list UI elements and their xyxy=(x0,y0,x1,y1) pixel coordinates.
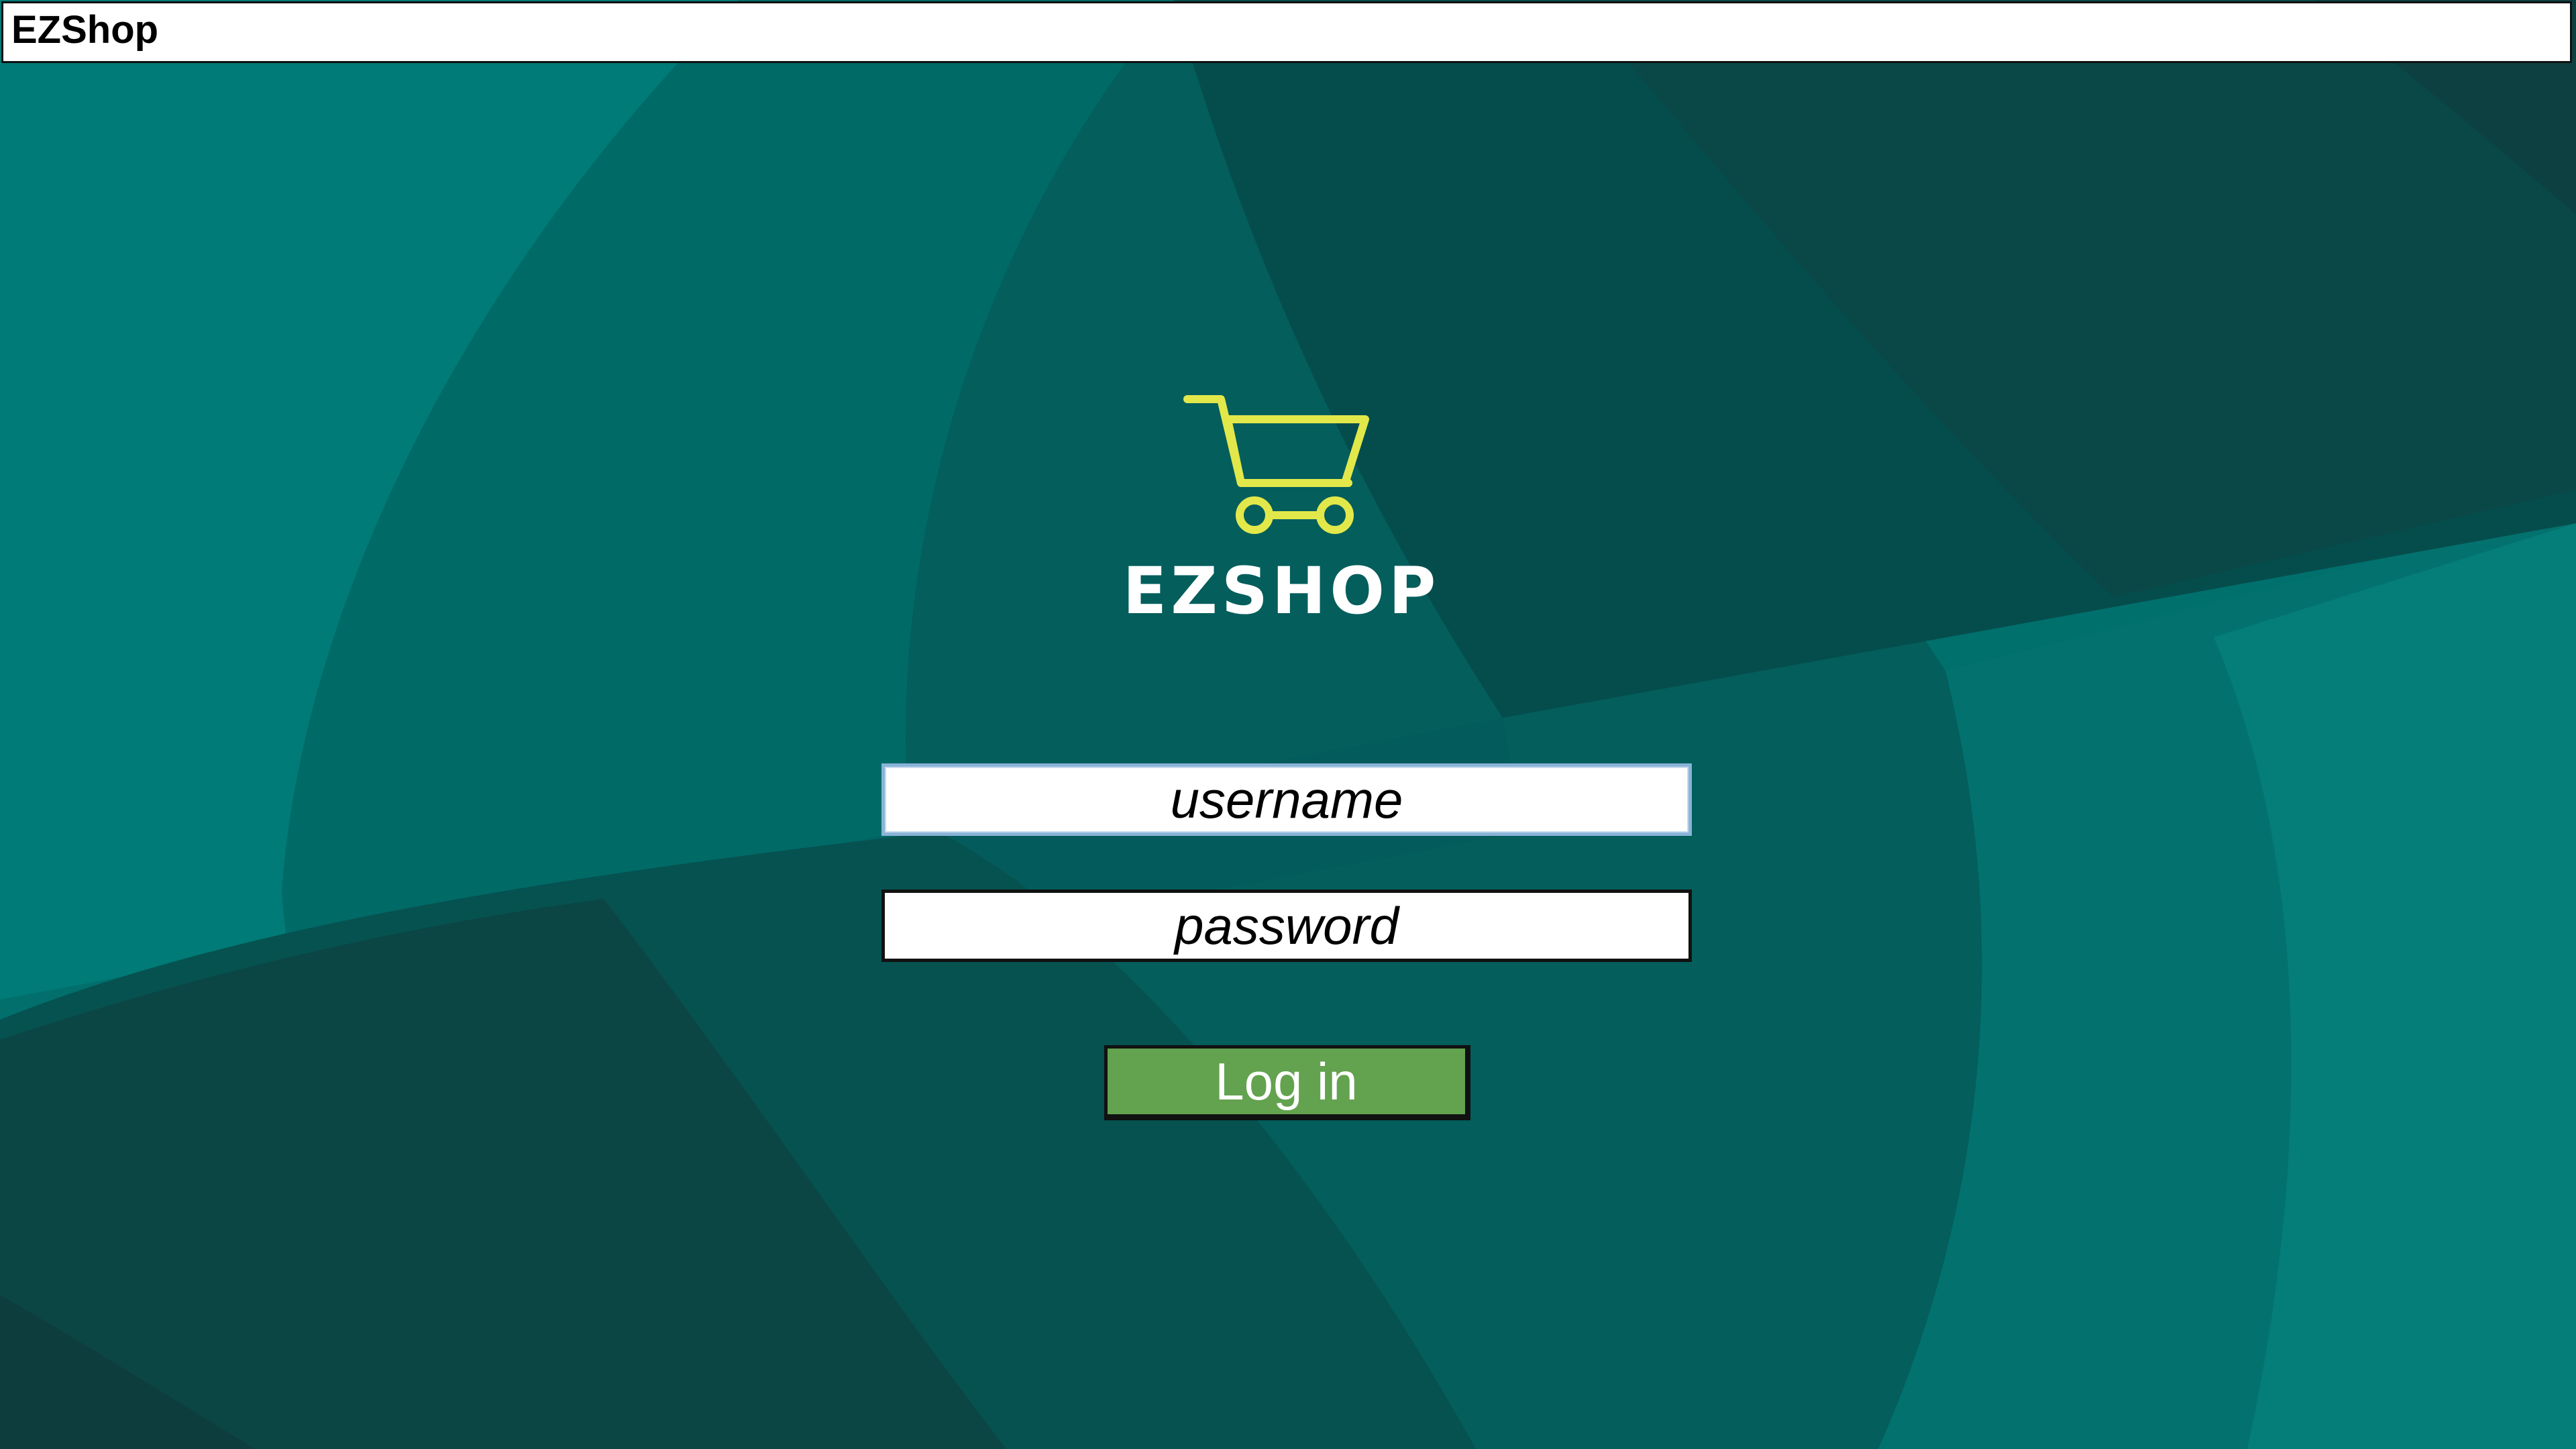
background-pattern xyxy=(0,0,2576,1449)
app-logo: EZSHOP xyxy=(1114,389,1449,631)
username-field[interactable]: username xyxy=(881,763,1692,836)
username-placeholder: username xyxy=(1170,769,1403,829)
login-button[interactable]: Log in xyxy=(1104,1045,1470,1120)
login-button-label: Log in xyxy=(1215,1051,1358,1111)
window-title-bar: EZShop xyxy=(1,1,2572,63)
logo-wordmark: EZSHOP xyxy=(1122,553,1440,629)
password-placeholder: password xyxy=(1175,896,1399,955)
shopping-cart-icon xyxy=(1183,395,1369,534)
window-title: EZShop xyxy=(11,8,159,52)
password-field[interactable]: password xyxy=(881,890,1692,962)
